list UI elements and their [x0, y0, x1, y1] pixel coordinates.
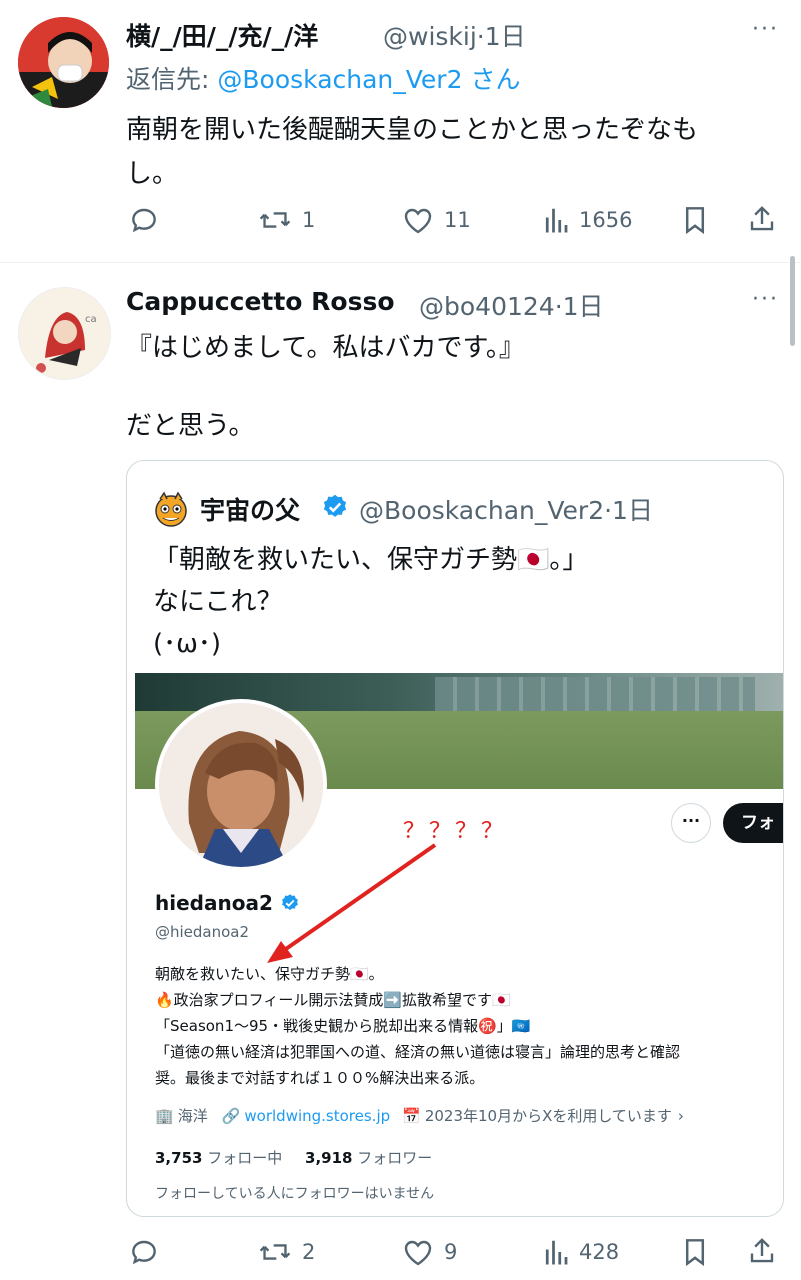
reply-suffix: さん [470, 65, 521, 94]
profile-screenshot-image[interactable]: ··· フォ ？？？？ hiedanoa2 @hiedanoa2 朝敵を救いたい… [135, 673, 783, 1216]
views-button[interactable]: 428 [543, 1237, 619, 1267]
retweet-button[interactable]: 1 [258, 204, 315, 236]
quote-author-handle-row[interactable]: @Booskachan_Ver2·1日 [359, 491, 653, 527]
reply-to-link[interactable]: @Booskachan_Ver2 [217, 65, 462, 94]
verified-badge-icon [323, 494, 347, 517]
retweet-icon [259, 1244, 291, 1260]
heart-icon [404, 208, 432, 234]
author-name[interactable]: Cappuccetto Rosso [126, 287, 395, 316]
followers-count[interactable]: 3,918 [305, 1149, 352, 1167]
bookmark-icon [685, 1239, 705, 1267]
link-icon: 🔗 [221, 1106, 241, 1125]
following-count[interactable]: 3,753 [155, 1149, 202, 1167]
calendar-icon: 📅 [402, 1106, 421, 1125]
tweet-divider [0, 262, 801, 263]
profile-bio: 朝敵を救いたい、保守ガチ勢🇯🇵。 🔥政治家プロフィール開示法賛成➡️拡散希望です… [155, 961, 680, 1091]
author-handle-row[interactable]: @bo40124·1日 [419, 287, 604, 323]
bio-line: 🔥政治家プロフィール開示法賛成➡️拡散希望です🇯🇵 [155, 991, 511, 1009]
bio-line: 朝敵を救いたい、保守ガチ勢🇯🇵。 [155, 965, 384, 983]
profile-handle: @hiedanoa2 [155, 923, 250, 941]
reply-context: 返信先: @Booskachan_Ver2 さん [126, 60, 520, 96]
tweet-text-line: だと思う。 [126, 411, 255, 441]
share-icon [750, 206, 774, 231]
more-options-icon[interactable]: ··· [752, 17, 779, 42]
views-chart-icon [545, 208, 568, 233]
quote-author-handle[interactable]: @Booskachan_Ver2 [359, 496, 604, 525]
like-count: 11 [444, 208, 471, 232]
tweet-text: 南朝を開いた後醍醐天皇のことかと思ったぞなも し。 [126, 108, 786, 196]
retweet-count: 2 [302, 1240, 316, 1264]
followers-label[interactable]: フォロワー [357, 1149, 432, 1167]
like-button[interactable]: 9 [402, 1237, 457, 1267]
retweet-button[interactable]: 2 [258, 1236, 315, 1268]
tiger-mascot-avatar[interactable] [151, 489, 191, 529]
following-label[interactable]: フォロー中 [207, 1149, 282, 1167]
heart-icon [404, 1240, 432, 1266]
share-button[interactable] [747, 203, 777, 235]
quote-tweet-card[interactable]: 宇宙の父 @Booskachan_Ver2·1日 「朝敵を救いたい、保守ガチ勢🇯… [126, 460, 784, 1217]
profile-name-row: hiedanoa2 [155, 891, 300, 915]
retweet-icon [259, 212, 291, 228]
profile-name: hiedanoa2 [155, 891, 273, 915]
views-count: 1656 [579, 208, 633, 232]
views-count: 428 [579, 1240, 620, 1264]
quote-text: 「朝敵を救いたい、保守ガチ勢🇯🇵。」 なにこれ？ (･ω･) [153, 539, 588, 665]
profile-website[interactable]: worldwing.stores.jp [244, 1107, 390, 1125]
avatar[interactable]: ca [18, 287, 111, 380]
views-button[interactable]: 1656 [543, 205, 632, 235]
reply-button[interactable] [128, 204, 160, 236]
share-icon [750, 1238, 774, 1263]
chevron-right-icon: › [677, 1106, 684, 1125]
quote-post-time[interactable]: ·1日 [604, 496, 653, 525]
bookmark-button[interactable] [682, 1236, 708, 1268]
author-handle[interactable]: @bo40124 [419, 292, 555, 321]
verified-badge-icon [282, 894, 298, 911]
like-button[interactable]: 11 [402, 205, 471, 235]
post-time[interactable]: ·1日 [477, 22, 526, 51]
author-name[interactable]: 横/_/田/_/充/_/洋 [126, 17, 318, 53]
reply-icon [132, 1240, 156, 1265]
reply-prefix: 返信先: [126, 65, 210, 94]
profile-meta: 🏢 海洋 🔗 worldwing.stores.jp 📅 2023年10月からX… [155, 1105, 684, 1126]
tweet-text-line: し。 [126, 159, 179, 189]
reply-button[interactable] [128, 1236, 160, 1268]
author-handle-row[interactable]: @wiskij·1日 [383, 17, 526, 53]
author-handle[interactable]: @wiskij [383, 22, 477, 51]
svg-text:ca: ca [85, 314, 97, 325]
red-arrow-annotation [267, 843, 437, 963]
profile-joined: 2023年10月からXを利用しています [424, 1107, 672, 1125]
quote-text-line: なにこれ？ [153, 587, 283, 617]
scrollbar[interactable] [790, 256, 795, 346]
share-button[interactable] [747, 1235, 777, 1267]
bookmark-icon [685, 207, 705, 235]
tweet-text-line: 南朝を開いた後醍醐天皇のことかと思ったぞなも [126, 115, 699, 145]
bookmark-button[interactable] [682, 204, 708, 236]
follow-stats: 3,753 フォロー中 3,918 フォロワー [155, 1147, 432, 1168]
post-time[interactable]: ·1日 [555, 292, 604, 321]
quote-text-line: 「朝敵を救いたい、保守ガチ勢🇯🇵。」 [153, 545, 589, 575]
avatar[interactable] [18, 17, 109, 108]
reply-icon [132, 208, 156, 233]
bio-line: 「Season1〜95・戦後史観から脱却出来る情報㊗️」🇺🇳 [155, 1017, 531, 1035]
profile-location: 海洋 [177, 1107, 208, 1125]
quote-author-name[interactable]: 宇宙の父 [200, 491, 300, 527]
views-chart-icon [545, 1240, 568, 1265]
no-mutual-followers: フォローしている人にフォロワーはいません [155, 1186, 435, 1202]
bio-line: 奨。最後まで対話すれば１００%解決出来る派。 [155, 1069, 485, 1087]
tweet-text-line: 『はじめまして。私はバカです。』 [126, 333, 525, 363]
quote-text-line: (･ω･) [153, 629, 222, 659]
more-options-icon[interactable]: ··· [752, 287, 779, 312]
retweet-count: 1 [302, 208, 316, 232]
like-count: 9 [444, 1240, 458, 1264]
location-icon: 🏢 [155, 1106, 174, 1125]
bio-line: 「道徳の無い経済は犯罪国への道、経済の無い道徳は寝言」論理的思考と確認 [155, 1043, 681, 1061]
